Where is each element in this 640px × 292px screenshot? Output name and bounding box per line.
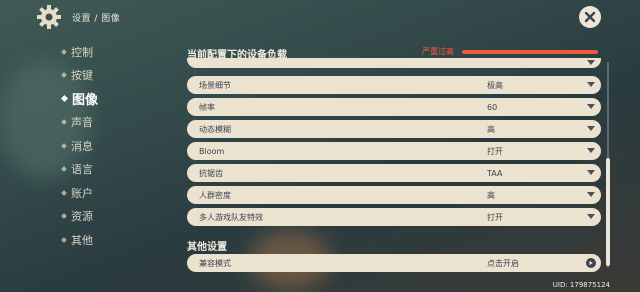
chevron-down-icon bbox=[587, 82, 595, 87]
sidebar-item-audio[interactable]: 声音 bbox=[60, 111, 170, 135]
setting-scene-detail[interactable]: 场景细节 极高 bbox=[187, 76, 601, 94]
uid-label: UID: 179875124 bbox=[552, 281, 610, 289]
chevron-down-icon bbox=[587, 170, 595, 175]
setting-value: 高 bbox=[487, 124, 495, 134]
sidebar-item-label: 语言 bbox=[71, 163, 93, 177]
sidebar-nav: 控制 按键 图像 声音 消息 语言 账户 资源 其他 bbox=[60, 40, 170, 252]
breadcrumb: 设置 / 图像 bbox=[72, 14, 121, 24]
diamond-bullet-icon bbox=[61, 166, 67, 173]
sidebar-item-resources[interactable]: 资源 bbox=[60, 205, 170, 229]
diamond-bullet-icon bbox=[61, 213, 67, 220]
sidebar-item-label: 按键 bbox=[71, 69, 93, 83]
scrollbar-thumb[interactable] bbox=[606, 158, 610, 266]
chevron-down-icon bbox=[587, 126, 595, 131]
sidebar-item-keybinds[interactable]: 按键 bbox=[60, 64, 170, 88]
setting-compatibility-mode[interactable]: 兼容模式 点击开启 bbox=[187, 254, 601, 272]
setting-value: 打开 bbox=[487, 146, 503, 156]
setting-coop-teammate-effects[interactable]: 多人游戏队友特效 打开 bbox=[187, 208, 601, 226]
other-settings-title: 其他设置 bbox=[187, 242, 227, 253]
sidebar-item-graphics[interactable]: 图像 bbox=[60, 87, 170, 111]
close-icon bbox=[584, 11, 596, 23]
setting-value: 高 bbox=[487, 190, 495, 200]
setting-label: 抗锯齿 bbox=[199, 168, 223, 178]
device-load-bar bbox=[462, 50, 598, 54]
chevron-down-icon bbox=[587, 104, 595, 109]
chevron-down-icon bbox=[587, 148, 595, 153]
diamond-bullet-icon bbox=[61, 119, 67, 126]
sidebar-item-controls[interactable]: 控制 bbox=[60, 40, 170, 64]
sidebar-item-label: 控制 bbox=[71, 45, 93, 59]
diamond-bullet-icon bbox=[61, 189, 67, 196]
chevron-down-icon bbox=[587, 192, 595, 197]
sidebar-item-label: 声音 bbox=[71, 116, 93, 130]
setting-value: 打开 bbox=[487, 212, 503, 222]
diamond-bullet-icon bbox=[61, 236, 67, 243]
setting-frame-rate[interactable]: 帧率 60 bbox=[187, 98, 601, 116]
sidebar-item-label: 其他 bbox=[71, 233, 93, 247]
sidebar-item-label: 图像 bbox=[72, 93, 99, 109]
sidebar-item-account[interactable]: 账户 bbox=[60, 181, 170, 205]
setting-label: 帧率 bbox=[199, 102, 215, 112]
top-bar: 设置 / 图像 bbox=[0, 0, 640, 34]
arrow-right-icon bbox=[586, 258, 596, 268]
setting-label: 人群密度 bbox=[199, 190, 231, 200]
chevron-down-icon bbox=[587, 60, 595, 65]
sidebar-item-label: 账户 bbox=[71, 186, 93, 200]
chevron-down-icon bbox=[587, 214, 595, 219]
setting-crowd-density[interactable]: 人群密度 高 bbox=[187, 186, 601, 204]
setting-label: 兼容模式 bbox=[199, 258, 231, 268]
setting-value: 60 bbox=[487, 102, 498, 112]
setting-value: 点击开启 bbox=[487, 258, 519, 268]
diamond-bullet-icon bbox=[61, 48, 67, 55]
sidebar-item-other[interactable]: 其他 bbox=[60, 228, 170, 252]
sidebar-item-messages[interactable]: 消息 bbox=[60, 134, 170, 158]
settings-row-partial[interactable] bbox=[187, 58, 601, 68]
close-button[interactable] bbox=[579, 6, 601, 28]
gear-icon bbox=[37, 5, 61, 29]
device-load-fill bbox=[462, 50, 598, 54]
setting-label: 多人游戏队友特效 bbox=[199, 212, 263, 222]
diamond-bullet-icon bbox=[60, 95, 69, 103]
diamond-bullet-icon bbox=[61, 142, 67, 149]
sidebar-item-label: 资源 bbox=[71, 210, 93, 224]
sidebar-item-language[interactable]: 语言 bbox=[60, 158, 170, 182]
diamond-bullet-icon bbox=[61, 72, 67, 79]
setting-bloom[interactable]: Bloom 打开 bbox=[187, 142, 601, 160]
setting-value: TAA bbox=[487, 168, 503, 178]
setting-value: 极高 bbox=[487, 80, 503, 90]
sidebar-item-label: 消息 bbox=[71, 139, 93, 153]
device-load-status: 严重过高 bbox=[422, 47, 454, 56]
setting-anti-aliasing[interactable]: 抗锯齿 TAA bbox=[187, 164, 601, 182]
setting-motion-blur[interactable]: 动态模糊 高 bbox=[187, 120, 601, 138]
setting-label: Bloom bbox=[199, 146, 225, 156]
setting-label: 动态模糊 bbox=[199, 124, 231, 134]
setting-label: 场景细节 bbox=[199, 80, 231, 90]
